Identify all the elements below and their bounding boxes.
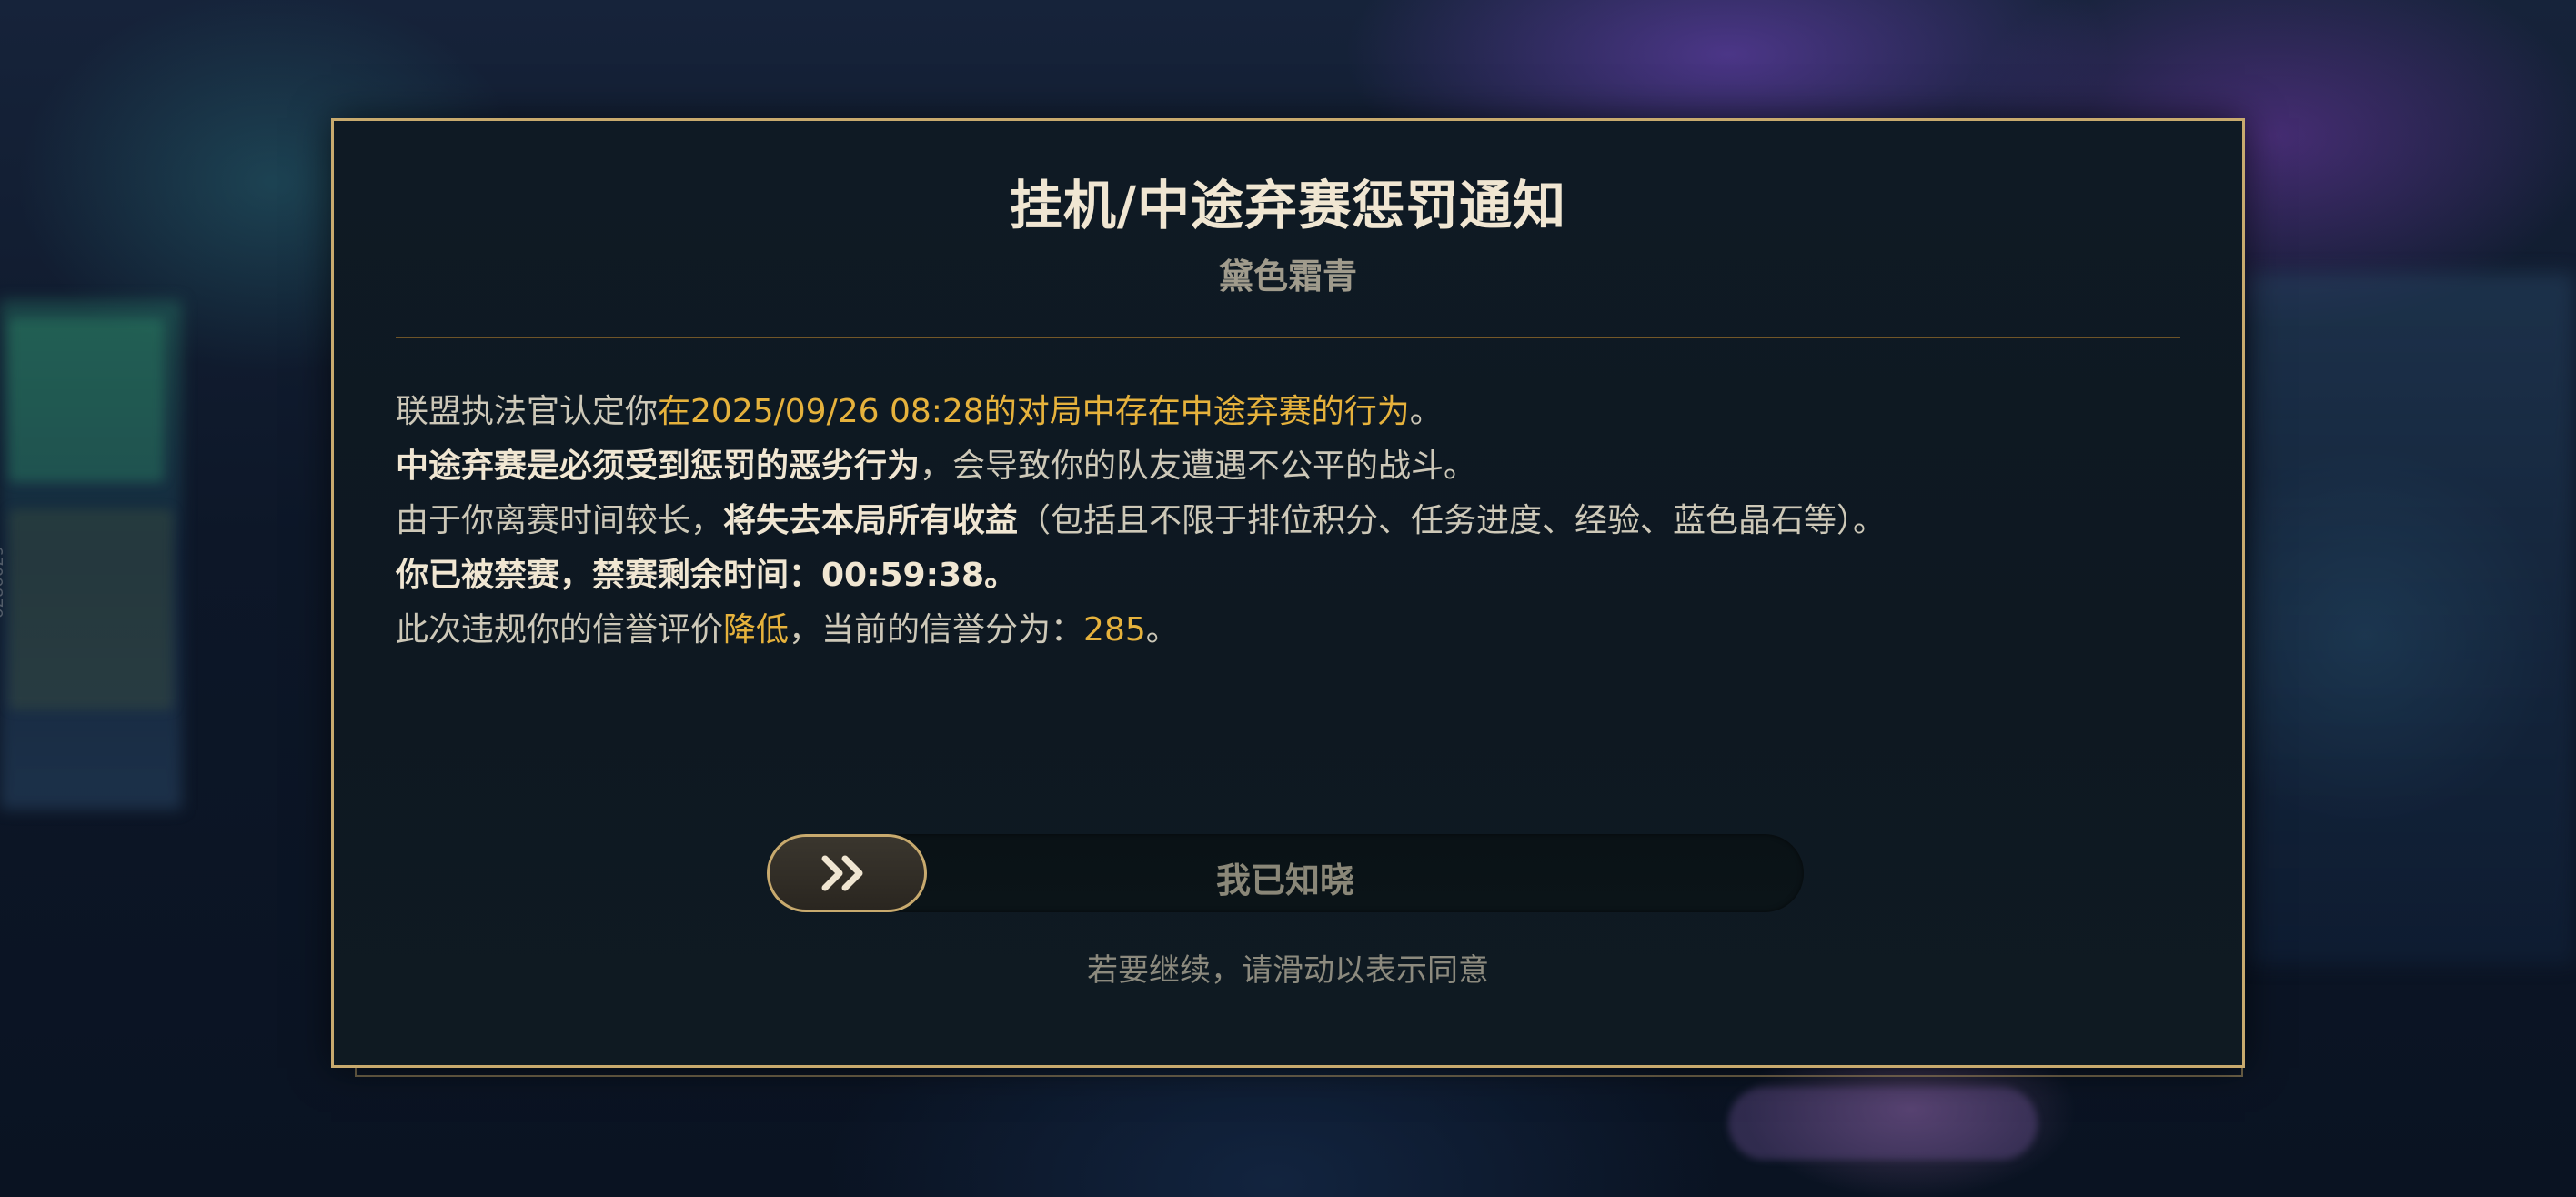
honor-score: 285 — [1083, 611, 1146, 649]
background-bottom-button — [1728, 1087, 2038, 1160]
verdict-highlight: 在2025/09/26 08:28的对局中存在中途弃赛的行为 — [658, 393, 1410, 430]
honor-prefix: 此次违规你的信誉评价 — [396, 611, 724, 649]
background-scene: 6709879 挂机/中途弃赛惩罚通知 黛色霜青 联盟执法官认定你在2025/0… — [0, 0, 2576, 1197]
background-side-id: 6709879 — [0, 546, 5, 619]
dialog-subtitle: 黛色霜青 — [1218, 256, 1357, 297]
honor-middle: ，当前的信誉分为： — [789, 611, 1084, 649]
loss-prefix: 由于你离赛时间较长， — [396, 502, 724, 539]
notice-line-severity: 中途弃赛是必须受到惩罚的恶劣行为，会导致你的队友遭遇不公平的战斗。 — [396, 439, 2179, 494]
loss-strong: 将失去本局所有收益 — [723, 502, 1019, 539]
notice-line-ban: 你已被禁赛，禁赛剩余时间：00:59:38。 — [396, 548, 2179, 603]
background-right-panel — [2247, 273, 2574, 964]
notice-line-loss: 由于你离赛时间较长，将失去本局所有收益（包括且不限于排位积分、任务进度、经验、蓝… — [396, 494, 2179, 548]
verdict-suffix: 。 — [1409, 393, 1443, 430]
penalty-notice-dialog: 挂机/中途弃赛惩罚通知 黛色霜青 联盟执法官认定你在2025/09/26 08:… — [331, 118, 2245, 1068]
notice-body: 联盟执法官认定你在2025/09/26 08:28的对局中存在中途弃赛的行为。 … — [396, 385, 2179, 658]
ban-remaining-time: 你已被禁赛，禁赛剩余时间：00:59:38。 — [396, 557, 1018, 594]
severity-strong: 中途弃赛是必须受到惩罚的恶劣行为 — [396, 448, 921, 485]
acknowledge-slider-handle[interactable] — [767, 834, 927, 912]
notice-line-honor: 此次违规你的信誉评价降低，当前的信誉分为：285。 — [396, 603, 2179, 658]
severity-suffix: ，会导致你的队友遭遇不公平的战斗。 — [920, 448, 1477, 485]
honor-suffix: 。 — [1145, 611, 1179, 649]
dialog-title: 挂机/中途弃赛惩罚通知 — [1009, 175, 1567, 236]
title-divider — [396, 337, 2180, 338]
loss-suffix: （包括且不限于排位积分、任务进度、经验、蓝色晶石等）。 — [1018, 502, 1887, 539]
verdict-prefix: 联盟执法官认定你 — [396, 393, 659, 430]
notice-line-verdict: 联盟执法官认定你在2025/09/26 08:28的对局中存在中途弃赛的行为。 — [396, 385, 2179, 439]
slide-hint-text: 若要继续，请滑动以表示同意 — [1087, 952, 1489, 989]
double-chevron-right-icon — [821, 855, 863, 891]
background-left-card — [9, 318, 164, 482]
honor-decrease: 降低 — [723, 611, 790, 649]
background-left-card — [9, 509, 173, 709]
